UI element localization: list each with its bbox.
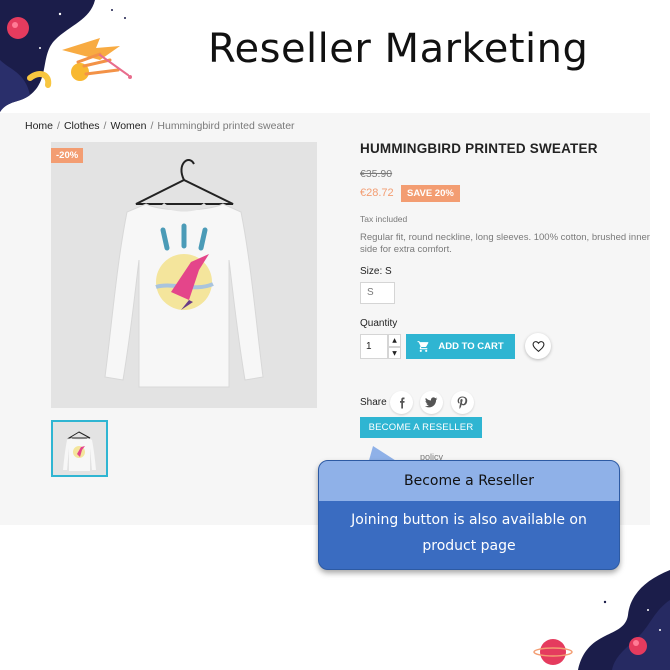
become-reseller-button[interactable]: BECOME A RESELLER bbox=[360, 417, 482, 438]
add-to-cart-label: ADD TO CART bbox=[438, 341, 504, 352]
current-price: €28.72 bbox=[360, 187, 394, 199]
callout-body: Joining button is also available on prod… bbox=[351, 512, 587, 554]
tax-label: Tax included bbox=[360, 214, 408, 224]
space-decoration-bottom-right bbox=[533, 570, 670, 670]
page-title: Reseller Marketing bbox=[208, 26, 589, 72]
breadcrumb-separator: / bbox=[103, 120, 107, 132]
product-thumbnail[interactable] bbox=[51, 420, 108, 477]
breadcrumb-current: Hummingbird printed sweater bbox=[157, 120, 295, 132]
product-description: Regular fit, round neckline, long sleeve… bbox=[360, 232, 650, 255]
callout-title: Become a Reseller bbox=[319, 461, 619, 501]
discount-flag: -20% bbox=[51, 148, 84, 163]
breadcrumb-separator: / bbox=[150, 120, 154, 132]
quantity-input[interactable]: 1 bbox=[360, 334, 388, 359]
spin-up-icon[interactable]: ▲ bbox=[388, 334, 401, 347]
breadcrumb-home[interactable]: Home bbox=[25, 120, 53, 132]
twitter-icon[interactable] bbox=[420, 391, 443, 414]
save-badge: SAVE 20% bbox=[401, 185, 460, 202]
size-select[interactable]: S bbox=[360, 282, 395, 304]
facebook-icon[interactable] bbox=[390, 391, 413, 414]
sweater-image bbox=[104, 159, 264, 388]
spin-down-icon[interactable]: ▼ bbox=[388, 346, 401, 359]
breadcrumb-separator: / bbox=[57, 120, 60, 132]
wishlist-button[interactable] bbox=[525, 333, 551, 359]
quantity-label: Quantity bbox=[360, 318, 398, 329]
breadcrumb: Home / Clothes / Women / Hummingbird printed s… bbox=[25, 120, 295, 132]
product-name: HUMMINGBIRD PRINTED SWEATER bbox=[360, 141, 598, 156]
pinterest-icon[interactable] bbox=[451, 391, 474, 414]
callout-box: Become a Reseller Joining button is also… bbox=[318, 460, 620, 570]
heart-icon bbox=[532, 340, 544, 352]
sweater-thumbnail-image bbox=[63, 431, 96, 471]
product-main-image[interactable] bbox=[51, 142, 317, 408]
cart-icon bbox=[417, 341, 429, 352]
regular-price: €35.90 bbox=[360, 168, 393, 180]
breadcrumb-women[interactable]: Women bbox=[110, 120, 146, 132]
add-to-cart-button[interactable]: ADD TO CART bbox=[406, 334, 515, 359]
size-label: Size: S bbox=[360, 266, 392, 277]
breadcrumb-clothes[interactable]: Clothes bbox=[64, 120, 100, 132]
share-label: Share bbox=[360, 397, 387, 408]
space-decoration-top-left bbox=[0, 0, 132, 112]
